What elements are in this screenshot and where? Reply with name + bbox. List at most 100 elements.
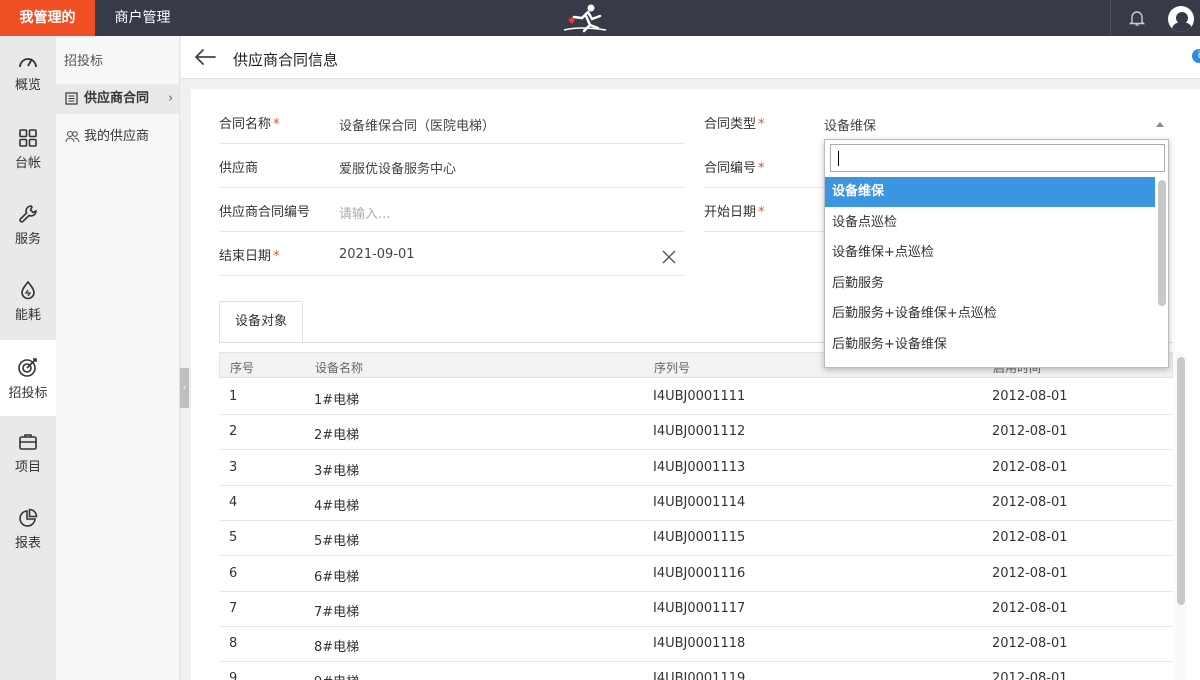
supplier-contract-no-input[interactable]: 请输入... [339, 203, 390, 222]
dropdown-option[interactable]: 后勤服务+设备维保 [825, 330, 1155, 360]
supplier-label: 供应商 [219, 161, 259, 176]
nav-label: 概览 [14, 78, 41, 93]
table-cell: 2012-08-01 [992, 565, 1068, 581]
table-row[interactable]: 3 3#电梯 I4UBJ0001113 2012-08-01 [219, 450, 1173, 486]
nav-label: 招投标 [8, 386, 48, 401]
table-row[interactable]: 7 7#电梯 I4UBJ0001117 2012-08-01 [219, 591, 1173, 627]
running-man-logo[interactable] [560, 3, 612, 33]
nav-service[interactable]: 服务 [0, 188, 56, 264]
table-cell: 2012-08-01 [992, 459, 1068, 475]
table-cell: I4UBJ0001114 [653, 494, 746, 510]
table-cell: 2012-08-01 [992, 530, 1068, 546]
table-cell: 2012-08-01 [992, 389, 1068, 404]
submenu: 招投标 供应商合同 › 我的供应商 [56, 36, 180, 680]
table-cell: 9 [229, 671, 238, 680]
wrench-icon [19, 205, 37, 223]
table-row[interactable]: 5 5#电梯 I4UBJ0001115 2012-08-01 [219, 520, 1173, 557]
nav-label: 台帐 [14, 156, 41, 171]
contract-icon [65, 92, 78, 105]
table-cell: 5#电梯 [314, 534, 360, 550]
chevron-left-icon: ‹ [182, 383, 187, 393]
nav-report[interactable]: 报表 [0, 492, 56, 568]
column-header[interactable]: 序列号 [654, 359, 690, 376]
nav-ledger[interactable]: 台帐 [0, 112, 56, 188]
top-bar: 我管理的 商户管理 [0, 0, 1200, 36]
table-cell: 1 [229, 389, 238, 404]
table-row[interactable]: 2 2#电梯 I4UBJ0001112 2012-08-01 [219, 414, 1173, 451]
table-row[interactable]: 8 8#电梯 I4UBJ0001118 2012-08-01 [219, 626, 1173, 663]
users-icon [65, 130, 80, 143]
table-cell: 2012-08-01 [992, 424, 1068, 440]
nav-label: 服务 [14, 232, 41, 247]
table-cell: 4 [229, 494, 238, 510]
supplier-contract-no-label: 供应商合同编号 [219, 205, 311, 220]
nav-bidding[interactable]: 招投标 [0, 340, 56, 416]
dropdown-option[interactable]: 后勤服务+设备维保+点巡检 [825, 299, 1155, 329]
contract-name-value: 设备维保合同（医院电梯） [339, 119, 496, 134]
submenu-label: 供应商合同 [84, 91, 150, 106]
table-cell: 7 [229, 600, 238, 616]
table-cell: 2012-08-01 [992, 636, 1068, 652]
table-cell: 9#电梯 [314, 671, 359, 680]
contract-no-label: 合同编号 * [704, 161, 765, 176]
tab-merchant[interactable]: 商户管理 [95, 0, 190, 36]
help-icon[interactable]: i [1192, 49, 1200, 63]
page-title: 供应商合同信息 [233, 51, 339, 69]
table-row[interactable]: 1 1#电梯 I4UBJ0001111 2012-08-01 [219, 379, 1173, 415]
column-header[interactable]: 序号 [230, 359, 254, 376]
table-cell: 1#电梯 [314, 393, 360, 408]
nav-energy[interactable]: 能耗 [0, 264, 56, 340]
table-cell: I4UBJ0001119 [653, 671, 746, 680]
tab-mine[interactable]: 我管理的 [0, 0, 95, 36]
table-row[interactable]: 4 4#电梯 I4UBJ0001114 2012-08-01 [219, 485, 1173, 521]
table-cell: 3#电梯 [314, 463, 360, 479]
notification-button[interactable] [1110, 0, 1162, 36]
table-scroll-thumb[interactable] [1177, 357, 1185, 605]
back-arrow-icon[interactable] [193, 47, 217, 67]
nav-overview[interactable]: 概览 [0, 36, 56, 112]
supplier-value: 爱服优设备服务中心 [339, 162, 457, 177]
table-cell: 5 [229, 530, 238, 546]
dropdown-option[interactable]: 设备维保 [825, 177, 1155, 207]
table-cell: 6#电梯 [314, 569, 360, 585]
nav-project[interactable]: 项目 [0, 416, 56, 492]
dropdown-option[interactable]: 设备点巡检 [825, 208, 1155, 238]
table-cell: I4UBJ0001113 [653, 459, 746, 475]
table-cell: 2012-08-01 [992, 671, 1068, 680]
target-icon [18, 358, 37, 377]
gauge-icon [19, 58, 37, 68]
avatar[interactable] [1168, 6, 1194, 32]
chevron-right-icon: › [168, 91, 174, 106]
table-row[interactable]: 6 6#电梯 I4UBJ0001116 2012-08-01 [219, 556, 1173, 592]
end-date-value[interactable]: 2021-09-01 [339, 247, 415, 262]
submenu-title: 招投标 [64, 54, 104, 69]
caret-up-icon[interactable] [1156, 122, 1164, 127]
dropdown-search-input[interactable] [830, 144, 1165, 172]
table-row[interactable]: 9 9#电梯 I4UBJ0001119 2012-08-01 [219, 661, 1173, 680]
dropdown-option[interactable]: 后勤服务 [825, 269, 1155, 299]
bell-icon [1128, 11, 1146, 26]
collapse-handle[interactable]: ‹ [180, 368, 189, 408]
submenu-item-my-suppliers[interactable]: 我的供应商 [56, 122, 179, 152]
table-cell: I4UBJ0001115 [653, 530, 746, 546]
nav-label: 项目 [14, 460, 41, 475]
column-header[interactable]: 设备名称 [315, 359, 363, 376]
submenu-label: 我的供应商 [84, 129, 150, 144]
dropdown-option[interactable]: 设备维保+点巡检 [825, 238, 1155, 268]
briefcase-icon [19, 434, 37, 450]
table-cell: 6 [229, 565, 238, 581]
table-cell: 2012-08-01 [992, 600, 1068, 616]
table-cell: I4UBJ0001117 [653, 600, 746, 616]
grid-icon [19, 129, 37, 147]
table-cell: I4UBJ0001116 [653, 565, 746, 581]
clear-icon[interactable] [661, 249, 677, 265]
contract-type-select[interactable]: 设备维保 [824, 115, 876, 134]
table-cell: 8 [229, 636, 238, 652]
table-cell: 2012-08-01 [992, 494, 1068, 510]
end-date-label: 结束日期 * [219, 249, 280, 264]
page-header: 供应商合同信息 i [181, 36, 1200, 79]
submenu-item-supplier-contract[interactable]: 供应商合同 › [56, 84, 179, 114]
dropdown-scrollbar[interactable] [1158, 180, 1166, 306]
tab-equipment[interactable]: 设备对象 [219, 301, 303, 343]
nav-label: 能耗 [14, 308, 41, 323]
